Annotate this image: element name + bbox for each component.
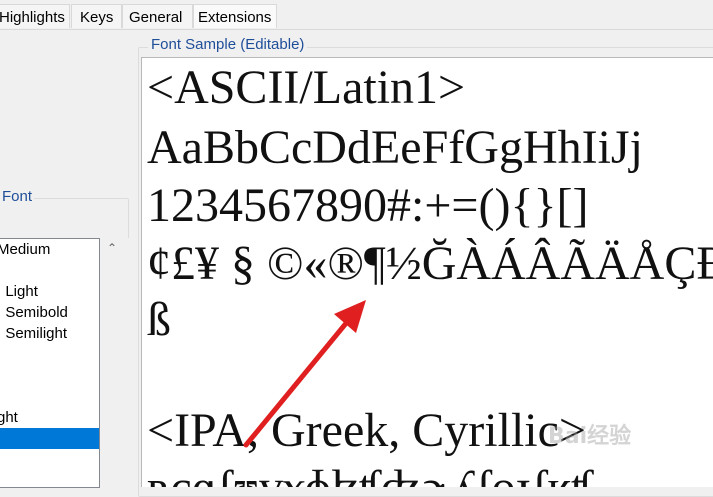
- tab-bar: Highlights Keys General Extensions: [0, 0, 713, 30]
- tab-extensions[interactable]: Extensions: [193, 4, 277, 28]
- font-list-item[interactable]: Medium: [0, 239, 99, 260]
- sample-line: AaBbCcDdEeFfGgHhIiJj: [147, 121, 643, 174]
- font-list-item-selected[interactable]: [0, 428, 99, 449]
- scroll-up-icon[interactable]: ⌃: [103, 240, 121, 256]
- font-list-item[interactable]: [0, 344, 99, 365]
- sample-line: <ASCII/Latin1>: [147, 61, 466, 114]
- font-list-item[interactable]: [0, 386, 99, 407]
- sample-line: ¢£¥ § ©«®¶½ĞÀÁÂÃÄÅÇĐ(: [147, 237, 713, 290]
- font-list-item[interactable]: I Semilight: [0, 323, 99, 344]
- tab-label: Keys: [80, 9, 114, 26]
- watermark: Bai经验: [548, 424, 632, 449]
- font-list-item[interactable]: I: [0, 260, 99, 281]
- font-list-item[interactable]: ght: [0, 407, 99, 428]
- tab-label: Extensions: [198, 9, 272, 26]
- font-list-item[interactable]: I Semibold: [0, 302, 99, 323]
- tab-highlights[interactable]: Highlights: [0, 4, 70, 28]
- tab-label: Highlights: [0, 9, 65, 26]
- sample-line: ß: [147, 293, 171, 346]
- tab-divider: [0, 29, 713, 30]
- font-list-item[interactable]: I Light: [0, 281, 99, 302]
- font-group-title: Font: [0, 188, 35, 206]
- font-list[interactable]: Medium I I Light I Semibold I Semilight …: [0, 238, 100, 488]
- sample-line: <IPA, Greek, Cyrillic>: [147, 404, 586, 457]
- tab-general[interactable]: General: [122, 4, 193, 28]
- sample-group-title: Font Sample (Editable): [148, 36, 308, 54]
- sample-line: 1234567890#:+=(){}[]: [147, 179, 589, 232]
- tab-keys[interactable]: Keys: [71, 4, 122, 28]
- font-list-item[interactable]: [0, 365, 99, 386]
- font-list-scrollbar[interactable]: [100, 238, 129, 488]
- sample-line: ʀçɑʃʊɣɤɸɮʧʤɚʎʃɵɟʃʁʧ: [147, 460, 593, 487]
- tab-label: General: [129, 9, 183, 26]
